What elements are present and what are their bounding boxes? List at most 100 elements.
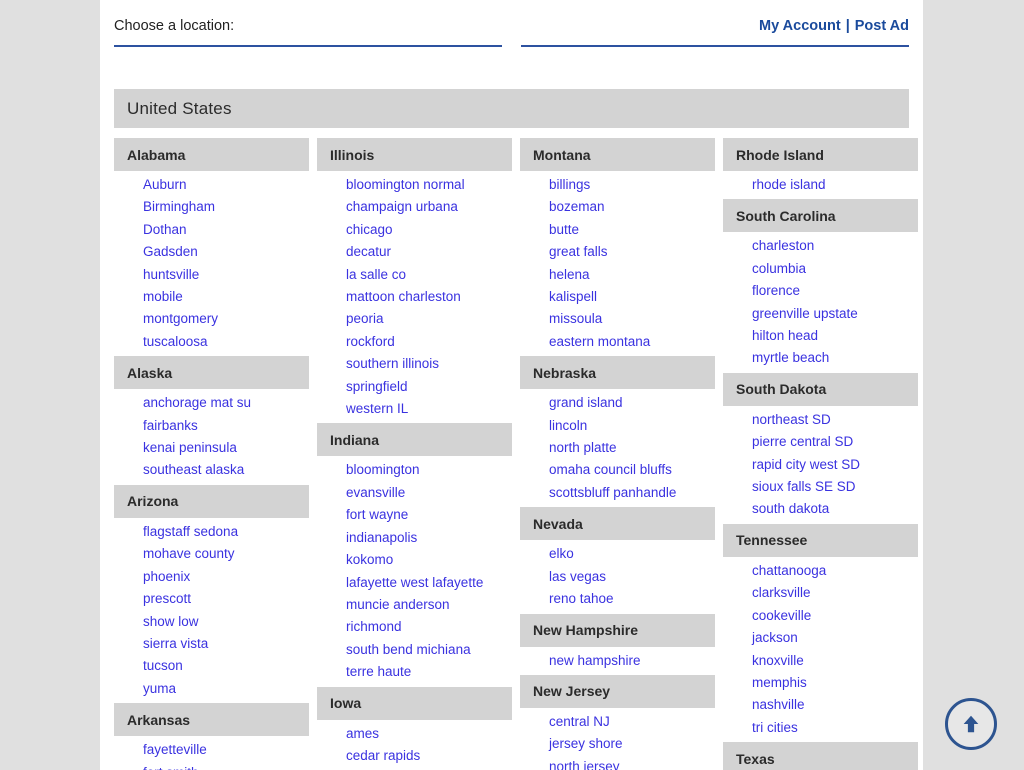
city-link[interactable]: billings: [549, 174, 715, 196]
city-link[interactable]: helena: [549, 264, 715, 286]
city-link[interactable]: hilton head: [752, 325, 918, 347]
city-link[interactable]: rapid city west SD: [752, 454, 918, 476]
city-link[interactable]: cedar rapids: [346, 745, 512, 767]
city-link[interactable]: southeast alaska: [143, 459, 309, 481]
city-link[interactable]: north platte: [549, 437, 715, 459]
list-item: jersey shore: [549, 733, 715, 755]
city-link[interactable]: huntsville: [143, 264, 309, 286]
city-link[interactable]: indianapolis: [346, 527, 512, 549]
city-link[interactable]: nashville: [752, 694, 918, 716]
city-link[interactable]: chicago: [346, 219, 512, 241]
scroll-to-top-button[interactable]: [945, 698, 997, 750]
city-link[interactable]: la salle co: [346, 264, 512, 286]
state-name: Arizona: [127, 493, 178, 509]
city-link[interactable]: richmond: [346, 616, 512, 638]
city-link[interactable]: mattoon charleston: [346, 286, 512, 308]
city-link[interactable]: montgomery: [143, 308, 309, 330]
city-link[interactable]: omaha council bluffs: [549, 459, 715, 481]
state-block: Montanabillingsbozemanbuttegreat fallshe…: [520, 138, 715, 353]
city-link[interactable]: south bend michiana: [346, 639, 512, 661]
city-link[interactable]: kalispell: [549, 286, 715, 308]
city-link[interactable]: central NJ: [549, 711, 715, 733]
city-link[interactable]: fort smith: [143, 762, 309, 770]
city-link[interactable]: florence: [752, 280, 918, 302]
city-link[interactable]: las vegas: [549, 566, 715, 588]
city-link[interactable]: Auburn: [143, 174, 309, 196]
city-link[interactable]: memphis: [752, 672, 918, 694]
state-block: New Hampshirenew hampshire: [520, 614, 715, 672]
city-link[interactable]: fayetteville: [143, 739, 309, 761]
city-link[interactable]: lincoln: [549, 415, 715, 437]
city-link[interactable]: chattanooga: [752, 560, 918, 582]
city-link[interactable]: Birmingham: [143, 196, 309, 218]
city-link[interactable]: tri cities: [752, 717, 918, 739]
city-link[interactable]: bloomington: [346, 459, 512, 481]
city-link[interactable]: Gadsden: [143, 241, 309, 263]
city-link[interactable]: cookeville: [752, 605, 918, 627]
city-link[interactable]: rhode island: [752, 174, 918, 196]
city-link[interactable]: tuscaloosa: [143, 331, 309, 353]
city-link[interactable]: pierre central SD: [752, 431, 918, 453]
city-link[interactable]: columbia: [752, 258, 918, 280]
city-link[interactable]: springfield: [346, 376, 512, 398]
city-link[interactable]: charleston: [752, 235, 918, 257]
list-item: richmond: [346, 616, 512, 638]
city-link[interactable]: jackson: [752, 627, 918, 649]
city-link[interactable]: north jersey: [549, 756, 715, 770]
city-link[interactable]: clarksville: [752, 582, 918, 604]
city-link[interactable]: new hampshire: [549, 650, 715, 672]
city-link[interactable]: grand island: [549, 392, 715, 414]
city-link[interactable]: fort wayne: [346, 504, 512, 526]
city-link[interactable]: jersey shore: [549, 733, 715, 755]
state-block: South Carolinacharlestoncolumbiaflorence…: [723, 199, 918, 369]
city-link[interactable]: knoxville: [752, 650, 918, 672]
city-link[interactable]: elko: [549, 543, 715, 565]
city-link[interactable]: eastern montana: [549, 331, 715, 353]
city-link[interactable]: lafayette west lafayette: [346, 572, 512, 594]
city-link[interactable]: ames: [346, 723, 512, 745]
city-link[interactable]: muncie anderson: [346, 594, 512, 616]
city-link[interactable]: south dakota: [752, 498, 918, 520]
city-link[interactable]: rockford: [346, 331, 512, 353]
city-link[interactable]: southern illinois: [346, 353, 512, 375]
city-link[interactable]: western IL: [346, 398, 512, 420]
state-header: Alaska: [114, 356, 309, 389]
city-link[interactable]: show low: [143, 611, 309, 633]
city-link[interactable]: prescott: [143, 588, 309, 610]
city-link[interactable]: kokomo: [346, 549, 512, 571]
city-link[interactable]: northeast SD: [752, 409, 918, 431]
city-link[interactable]: mobile: [143, 286, 309, 308]
city-link[interactable]: greenville upstate: [752, 303, 918, 325]
list-item: phoenix: [143, 566, 309, 588]
city-link[interactable]: myrtle beach: [752, 347, 918, 369]
list-item: bozeman: [549, 196, 715, 218]
city-link[interactable]: missoula: [549, 308, 715, 330]
city-link[interactable]: yuma: [143, 678, 309, 700]
city-link[interactable]: terre haute: [346, 661, 512, 683]
city-link[interactable]: reno tahoe: [549, 588, 715, 610]
my-account-link[interactable]: My Account: [759, 18, 841, 34]
city-link[interactable]: flagstaff sedona: [143, 521, 309, 543]
city-link[interactable]: bozeman: [549, 196, 715, 218]
city-link[interactable]: fairbanks: [143, 415, 309, 437]
city-link[interactable]: bloomington normal: [346, 174, 512, 196]
city-link[interactable]: Dothan: [143, 219, 309, 241]
city-link[interactable]: butte: [549, 219, 715, 241]
city-link[interactable]: decatur: [346, 241, 512, 263]
city-link[interactable]: peoria: [346, 308, 512, 330]
city-link[interactable]: sierra vista: [143, 633, 309, 655]
city-link[interactable]: anchorage mat su: [143, 392, 309, 414]
city-link[interactable]: phoenix: [143, 566, 309, 588]
city-link[interactable]: tucson: [143, 655, 309, 677]
choose-location-field: Choose a location:: [114, 0, 502, 47]
city-link[interactable]: sioux falls SE SD: [752, 476, 918, 498]
state-header: Montana: [520, 138, 715, 171]
city-link[interactable]: great falls: [549, 241, 715, 263]
city-link[interactable]: kenai peninsula: [143, 437, 309, 459]
post-ad-link[interactable]: Post Ad: [855, 18, 909, 34]
city-link[interactable]: scottsbluff panhandle: [549, 482, 715, 504]
city-link[interactable]: mohave county: [143, 543, 309, 565]
city-list: billingsbozemanbuttegreat fallshelenakal…: [520, 174, 715, 353]
city-link[interactable]: champaign urbana: [346, 196, 512, 218]
city-link[interactable]: evansville: [346, 482, 512, 504]
